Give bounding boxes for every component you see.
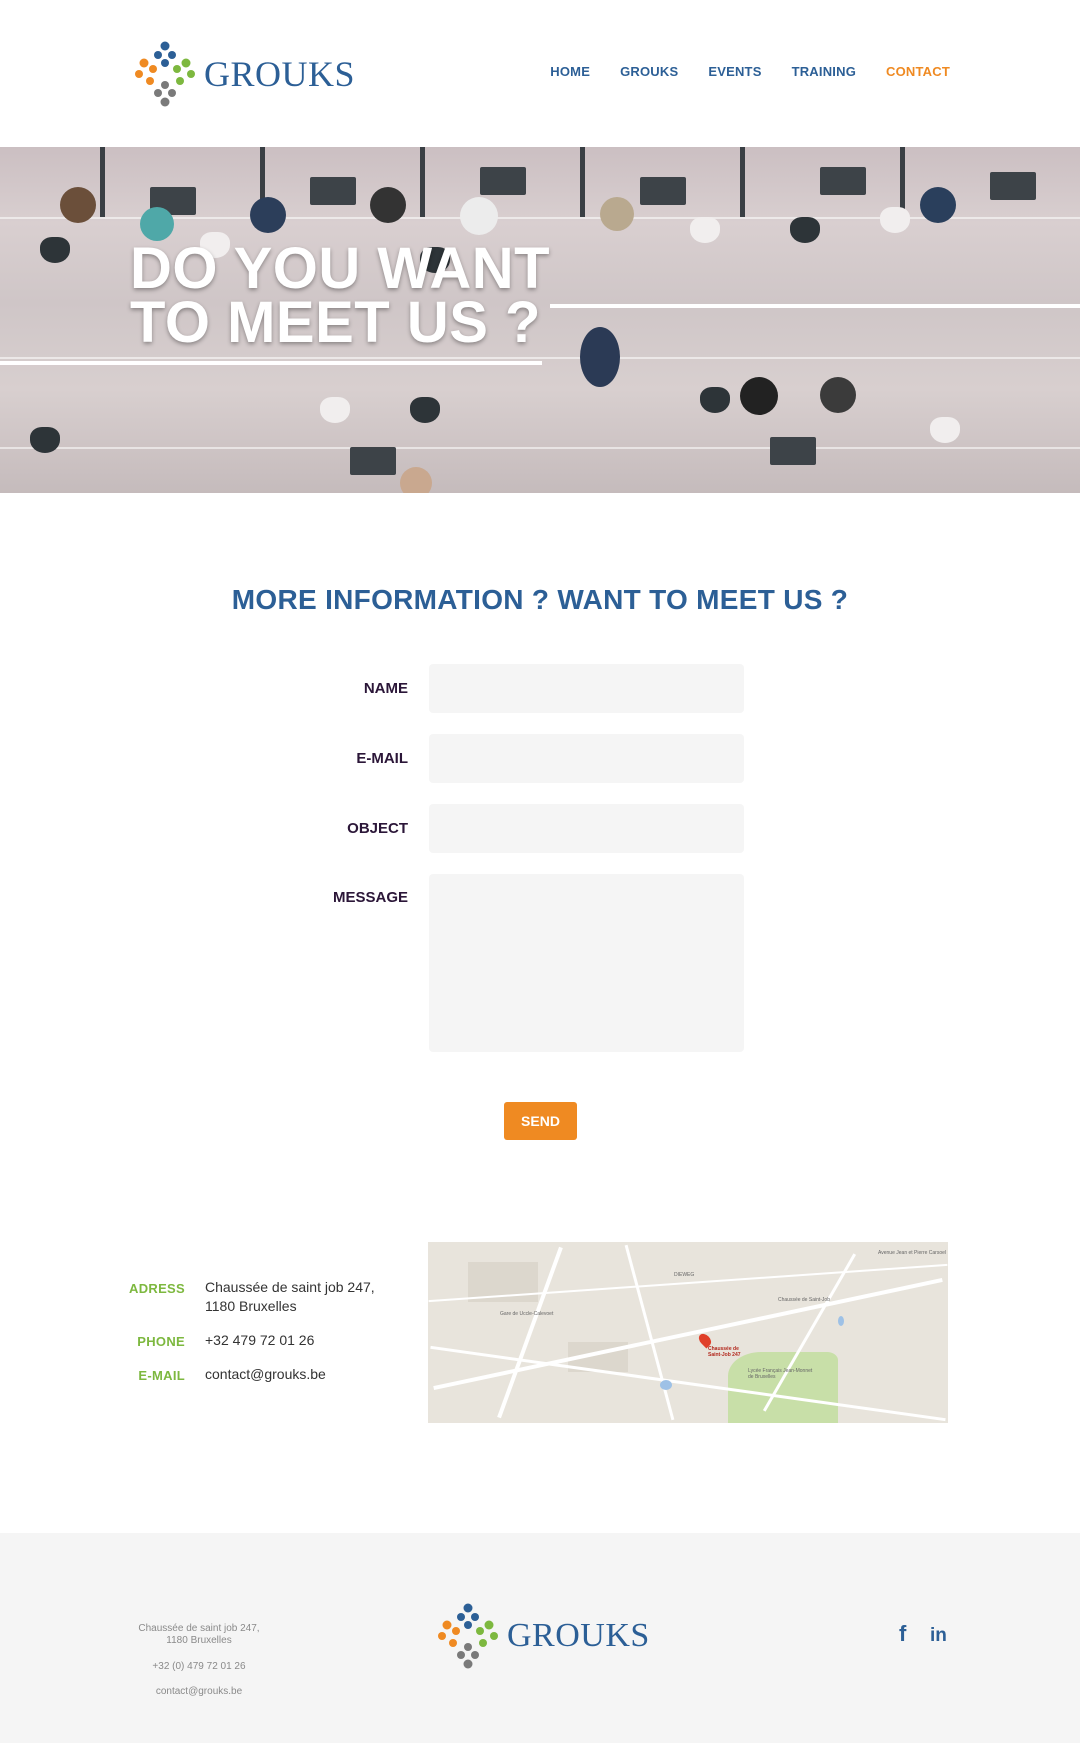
send-button[interactable]: SEND [504, 1102, 577, 1140]
message-textarea[interactable] [429, 874, 744, 1052]
hero-divider-left [0, 361, 542, 365]
site-header: GROUKS HOME GROUKS EVENTS TRAINING CONTA… [0, 0, 1080, 147]
hero-title: DO YOU WANT TO MEET US ? [130, 240, 550, 352]
email-value[interactable]: contact@grouks.be [205, 1365, 326, 1384]
nav-grouks[interactable]: GROUKS [620, 64, 678, 79]
facebook-icon[interactable]: f [899, 1621, 906, 1647]
footer-logo-wordmark: GROUKS [507, 1617, 650, 1654]
name-label: NAME [363, 680, 408, 697]
contact-page: GROUKS HOME GROUKS EVENTS TRAINING CONTA… [0, 0, 1080, 1743]
hero-title-line2: TO MEET US ? [130, 290, 541, 355]
linkedin-icon[interactable]: in [930, 1625, 947, 1647]
footer-address: Chaussée de saint job 247, 1180 Bruxelle… [120, 1623, 278, 1647]
map-label-station: Gare de Uccle-Calevoet [500, 1311, 554, 1317]
phone-value[interactable]: +32 479 72 01 26 [205, 1331, 314, 1350]
hero-divider-right [550, 304, 1080, 308]
email-label: E-MAIL [356, 750, 408, 767]
map-pin-label: Chaussée de Saint-Job 247 [708, 1346, 741, 1358]
map-label-dieweg: DIEWEG [674, 1272, 695, 1278]
object-input[interactable] [429, 804, 744, 853]
footer-address-line1: Chaussée de saint job 247, [138, 1623, 260, 1634]
form-title: MORE INFORMATION ? WANT TO MEET US ? [231, 584, 849, 615]
map-label-lycee: Lycée Français Jean-Monnet de Bruxelles [748, 1368, 813, 1380]
nav-training[interactable]: TRAINING [792, 64, 856, 79]
address-label: ADRESS [129, 1281, 185, 1296]
object-label: OBJECT [347, 820, 408, 837]
main-nav: HOME GROUKS EVENTS TRAINING CONTACT [550, 64, 950, 79]
grouks-logo-icon [135, 41, 195, 107]
header-logo[interactable]: GROUKS [130, 38, 355, 110]
map-label-chaussee: Chaussée de Saint-Job [778, 1297, 830, 1303]
message-label: MESSAGE [332, 889, 408, 906]
map-label-avenue: Avenue Jean et Pierre Carsoel [878, 1250, 947, 1256]
nav-contact[interactable]: CONTACT [886, 64, 950, 79]
name-input[interactable] [429, 664, 744, 713]
footer-email[interactable]: contact@grouks.be [120, 1686, 278, 1698]
email-input[interactable] [429, 734, 744, 783]
footer-address-line2: 1180 Bruxelles [166, 1635, 232, 1646]
grouks-logo-icon [438, 1603, 498, 1669]
hero-banner: DO YOU WANT TO MEET US ? [0, 147, 1080, 493]
address-line1: Chaussée de saint job 247, [205, 1279, 375, 1295]
footer-phone[interactable]: +32 (0) 479 72 01 26 [120, 1661, 278, 1673]
phone-label: PHONE [137, 1334, 185, 1349]
nav-home[interactable]: HOME [550, 64, 590, 79]
address-line2: 1180 Bruxelles [205, 1298, 297, 1314]
logo-wordmark: GROUKS [204, 54, 356, 94]
nav-events[interactable]: EVENTS [708, 64, 761, 79]
address-value: Chaussée de saint job 247, 1180 Bruxelle… [205, 1278, 375, 1316]
footer-logo[interactable]: GROUKS [433, 1601, 650, 1671]
location-map[interactable]: Chaussée de Saint-Job 247 Gare de Uccle-C… [428, 1242, 948, 1423]
site-footer: Chaussée de saint job 247, 1180 Bruxelle… [0, 1533, 1080, 1743]
email-info-label: E-MAIL [138, 1368, 185, 1383]
